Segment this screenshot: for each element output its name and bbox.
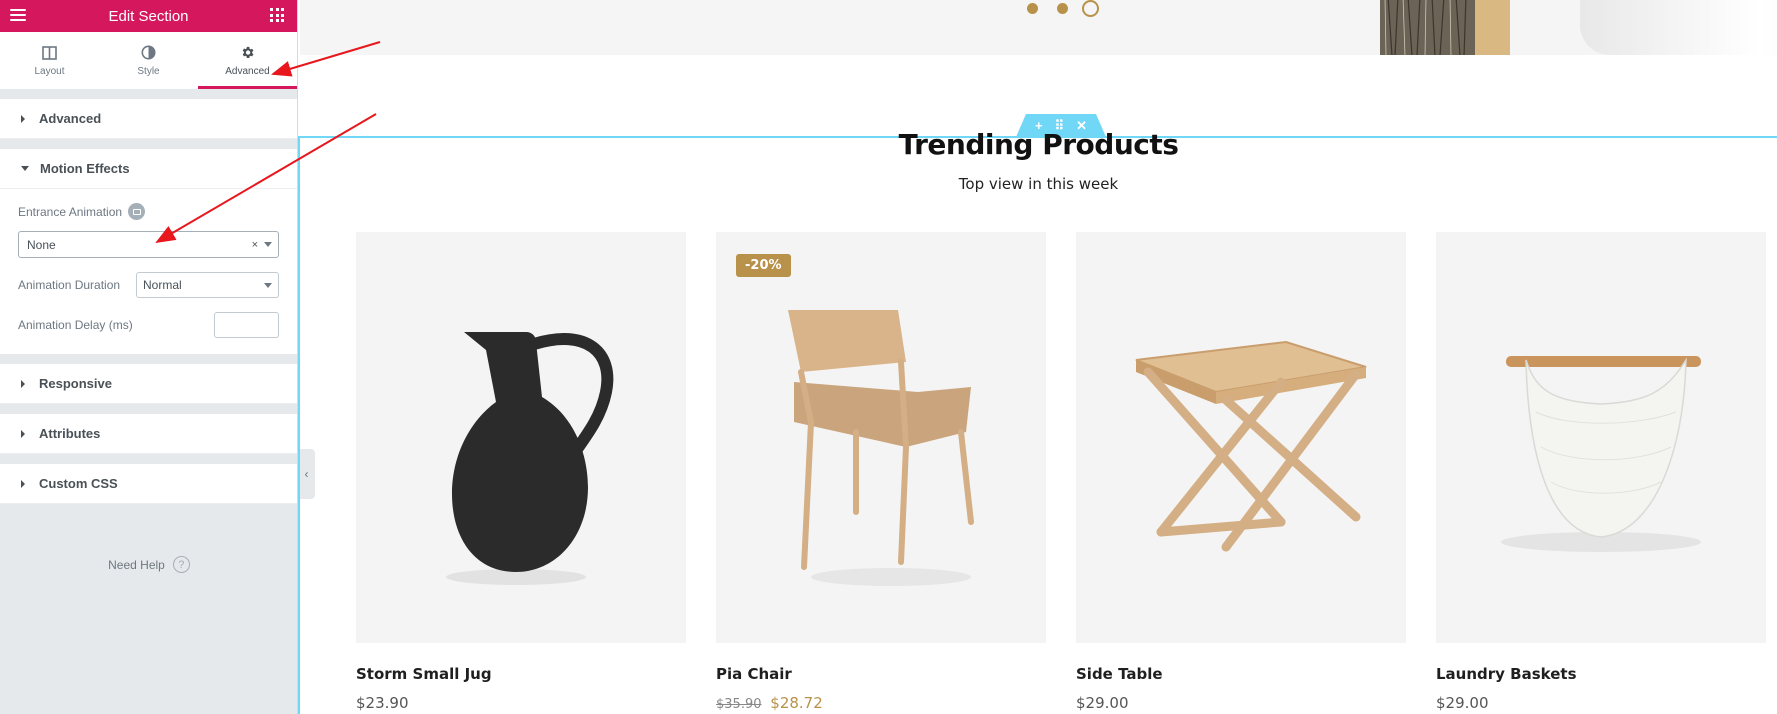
brush-image (1380, 0, 1510, 55)
tab-advanced[interactable]: Advanced (198, 32, 297, 89)
section-attributes[interactable]: Attributes (0, 414, 297, 454)
product-name[interactable]: Laundry Baskets (1436, 665, 1766, 683)
section-attributes-label: Attributes (39, 426, 101, 441)
section-custom-css-label: Custom CSS (39, 476, 118, 491)
product-name[interactable]: Side Table (1076, 665, 1406, 683)
current-price: $29.00 (1436, 694, 1489, 712)
section-heading: Trending Products (898, 128, 1179, 161)
animation-delay-label: Animation Delay (ms) (18, 318, 133, 332)
section-responsive-label: Responsive (39, 376, 112, 391)
tab-style-label: Style (137, 65, 160, 77)
slider-dot-3[interactable] (1082, 0, 1099, 17)
caret-down-icon (21, 166, 29, 171)
entrance-animation-label-row: Entrance Animation (18, 203, 279, 220)
sale-price: $28.72 (770, 694, 823, 712)
section-custom-css[interactable]: Custom CSS (0, 464, 297, 504)
product-card: Storm Small Jug $23.90 (356, 232, 686, 712)
animation-delay-row: Animation Delay (ms) (18, 312, 279, 338)
need-help-link[interactable]: Need Help ? (0, 556, 298, 573)
product-name[interactable]: Pia Chair (716, 665, 1046, 683)
product-image-basket[interactable] (1436, 232, 1766, 643)
hero-slider (300, 0, 1777, 55)
current-price: $29.00 (1076, 694, 1129, 712)
product-price: $29.00 (1076, 694, 1406, 712)
caret-right-icon (21, 114, 25, 123)
chevron-down-icon (264, 242, 272, 247)
product-price: $29.00 (1436, 694, 1766, 712)
product-name[interactable]: Storm Small Jug (356, 665, 686, 683)
tab-advanced-label: Advanced (225, 65, 270, 77)
tab-layout[interactable]: Layout (0, 32, 99, 89)
chevron-down-icon (264, 282, 272, 288)
product-image-table[interactable] (1076, 232, 1406, 643)
animation-duration-row: Animation Duration Normal (18, 272, 279, 298)
section-advanced[interactable]: Advanced (0, 99, 297, 139)
discount-badge: -20% (736, 254, 791, 277)
product-price: $23.90 (356, 694, 686, 712)
need-help-label: Need Help (108, 557, 165, 572)
current-price: $23.90 (356, 694, 409, 712)
product-card: -20% Pia Chair $35.90 $28.72 (716, 232, 1046, 712)
product-price: $35.90 $28.72 (716, 694, 1046, 712)
product-image-chair[interactable]: -20% (716, 232, 1046, 643)
tab-style[interactable]: Style (99, 32, 198, 89)
editor-panel: Edit Section Layout Style Advanced Advan (0, 0, 298, 714)
responsive-desktop-icon[interactable] (128, 203, 146, 220)
entrance-animation-select[interactable]: None × (18, 231, 279, 258)
layout-icon (42, 45, 57, 61)
section-motion-effects[interactable]: Motion Effects (0, 149, 297, 189)
product-image-jug[interactable] (356, 232, 686, 643)
product-card: Side Table $29.00 (1076, 232, 1406, 712)
style-icon (141, 45, 156, 61)
clear-selection-icon[interactable]: × (252, 239, 258, 251)
animation-delay-input[interactable] (214, 312, 279, 338)
panel-tabs: Layout Style Advanced (0, 32, 297, 89)
slider-dot-2[interactable] (1057, 3, 1068, 14)
gear-icon (240, 45, 255, 61)
animation-duration-value: Normal (143, 278, 182, 292)
section-responsive[interactable]: Responsive (0, 364, 297, 404)
entrance-animation-value: None (27, 237, 56, 252)
section-subheading: Top view in this week (958, 175, 1119, 193)
tab-layout-label: Layout (34, 65, 65, 77)
widgets-grid-icon[interactable] (270, 8, 284, 22)
slider-dot-1[interactable] (1027, 3, 1038, 14)
section-motion-effects-label: Motion Effects (40, 161, 130, 176)
section-advanced-label: Advanced (39, 111, 102, 126)
hamburger-menu-icon[interactable] (10, 9, 26, 21)
old-price: $35.90 (716, 697, 762, 712)
caret-right-icon (21, 379, 25, 388)
caret-right-icon (21, 429, 25, 438)
panel-title: Edit Section (108, 7, 189, 25)
help-icon: ? (172, 556, 190, 573)
caret-right-icon (21, 479, 25, 488)
product-card: Laundry Baskets $29.00 (1436, 232, 1766, 712)
panel-header: Edit Section (0, 0, 297, 32)
vase-image (1580, 0, 1777, 55)
entrance-animation-label: Entrance Animation (18, 204, 123, 219)
animation-duration-select[interactable]: Normal (136, 272, 279, 298)
motion-effects-controls: Entrance Animation None × Animation Dura… (0, 189, 297, 354)
animation-duration-label: Animation Duration (18, 278, 121, 292)
